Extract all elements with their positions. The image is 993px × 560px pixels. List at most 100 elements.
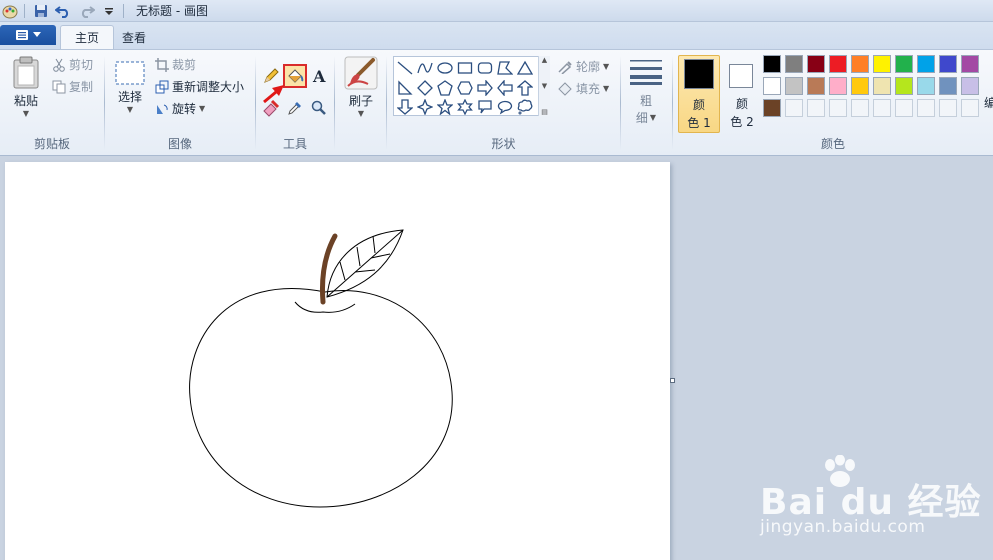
brushes-label: 刷子 (348, 94, 373, 108)
cloud-callout-icon (517, 99, 532, 114)
cut-button[interactable]: 剪切 (52, 56, 93, 73)
color1-swatch (684, 59, 714, 89)
paint-app-icon[interactable] (2, 3, 18, 19)
palette-swatch[interactable] (785, 77, 803, 95)
chevron-down-icon: ▼ (22, 109, 30, 118)
chevron-down-icon: ▼ (603, 84, 610, 93)
palette-swatch[interactable] (873, 77, 891, 95)
shape-six-point-star[interactable] (455, 97, 474, 116)
magnifier-tool[interactable] (309, 98, 329, 118)
outline-button[interactable]: 轮廓 ▼ (557, 58, 609, 75)
color-picker-tool[interactable] (285, 98, 305, 118)
shapes-gallery (393, 56, 549, 116)
shape-four-point-star[interactable] (415, 97, 434, 116)
copy-button[interactable]: 复制 (52, 78, 93, 95)
shape-rect-callout[interactable] (475, 97, 494, 116)
palette-swatch[interactable] (873, 99, 891, 117)
ribbon: 粘贴 ▼ 剪切 复制 剪贴板 选择 ▼ 裁剪 重新调整大小 旋转 ▼ 图像 A … (0, 49, 993, 156)
shape-rectangle[interactable] (455, 58, 474, 77)
shape-line[interactable] (395, 58, 414, 77)
shape-left-arrow[interactable] (495, 78, 514, 97)
shape-up-arrow[interactable] (515, 78, 534, 97)
crop-button[interactable]: 裁剪 (155, 56, 196, 73)
text-tool[interactable]: A (309, 66, 329, 86)
palette-swatch[interactable] (763, 99, 781, 117)
palette-swatch[interactable] (785, 99, 803, 117)
shape-triangle[interactable] (515, 58, 534, 77)
shape-rounded-rectangle[interactable] (475, 58, 494, 77)
save-icon[interactable] (33, 3, 49, 19)
palette-swatch[interactable] (829, 55, 847, 73)
size-label-line2: 细 (635, 111, 648, 125)
shapes-scrollbar[interactable]: ▲ ▼ ▤ (538, 56, 550, 116)
palette-swatch[interactable] (961, 99, 979, 117)
hexagon-icon (456, 80, 473, 95)
brushes-button[interactable]: 刷子 ▼ (343, 56, 379, 118)
palette-swatch[interactable] (939, 99, 957, 117)
palette-swatch[interactable] (895, 55, 913, 73)
shape-diamond[interactable] (415, 78, 434, 97)
redo-icon[interactable] (79, 3, 95, 19)
color2-button[interactable]: 颜 色 2 (724, 55, 760, 133)
palette-swatch[interactable] (763, 77, 781, 95)
four-point-star-icon (416, 98, 433, 115)
select-button[interactable]: 选择 ▼ (113, 60, 147, 114)
undo-icon[interactable] (55, 3, 71, 19)
oval-callout-icon (497, 100, 512, 115)
text-icon: A (312, 68, 326, 84)
shape-right-triangle[interactable] (395, 78, 414, 97)
shape-five-point-star[interactable] (435, 97, 454, 116)
tab-home[interactable]: 主页 (60, 25, 115, 49)
shape-polygon[interactable] (495, 58, 514, 77)
paste-button[interactable]: 粘贴 ▼ (10, 56, 42, 118)
palette-swatch[interactable] (851, 99, 869, 117)
color2-swatch (729, 64, 753, 88)
edit-colors-button[interactable]: 编 (984, 94, 993, 111)
palette-swatch[interactable] (807, 55, 825, 73)
resize-button[interactable]: 重新调整大小 (155, 78, 244, 95)
shape-pentagon[interactable] (435, 78, 454, 97)
palette-swatch[interactable] (917, 77, 935, 95)
shape-oval[interactable] (435, 58, 454, 77)
fill-button[interactable]: 填充 ▼ (557, 80, 609, 97)
color1-button[interactable]: 颜 色 1 (678, 55, 720, 133)
palette-swatch[interactable] (807, 77, 825, 95)
shape-curve[interactable] (415, 58, 434, 77)
clipboard-group-label: 剪贴板 (33, 137, 70, 151)
tab-view[interactable]: 查看 (108, 25, 160, 49)
palette-swatch[interactable] (785, 55, 803, 73)
palette-swatch[interactable] (807, 99, 825, 117)
palette-swatch[interactable] (917, 99, 935, 117)
palette-swatch[interactable] (829, 77, 847, 95)
shapes-group-label: 形状 (491, 137, 516, 151)
palette-swatch[interactable] (939, 77, 957, 95)
shape-down-arrow[interactable] (395, 97, 414, 116)
shape-right-arrow[interactable] (475, 78, 494, 97)
size-button[interactable]: 粗 细 ▼ (627, 58, 665, 126)
palette-swatch[interactable] (917, 55, 935, 73)
palette-swatch[interactable] (939, 55, 957, 73)
palette-swatch[interactable] (895, 99, 913, 117)
shape-hexagon[interactable] (455, 78, 474, 97)
scroll-down-icon[interactable]: ▼ (542, 82, 547, 90)
paint-menu-button[interactable] (0, 25, 56, 45)
palette-swatch[interactable] (873, 55, 891, 73)
apple-outline (189, 288, 453, 508)
scroll-up-icon[interactable]: ▲ (542, 56, 547, 64)
drawing-canvas[interactable] (5, 162, 670, 560)
palette-swatch[interactable] (851, 55, 869, 73)
rotate-button[interactable]: 旋转 ▼ (155, 100, 205, 117)
palette-swatch[interactable] (961, 55, 979, 73)
palette-swatch[interactable] (961, 77, 979, 95)
palette-swatch[interactable] (851, 77, 869, 95)
palette-swatch[interactable] (829, 99, 847, 117)
expand-gallery-icon[interactable]: ▤ (541, 108, 548, 116)
line-size-icon (630, 60, 662, 85)
shape-cloud-callout[interactable] (515, 97, 534, 116)
shape-oval-callout[interactable] (495, 97, 514, 116)
palette-swatch[interactable] (763, 55, 781, 73)
palette-swatch[interactable] (895, 77, 913, 95)
outline-icon (558, 60, 572, 74)
customize-quick-access-icon[interactable] (101, 3, 117, 19)
canvas-resize-handle[interactable] (670, 378, 675, 383)
